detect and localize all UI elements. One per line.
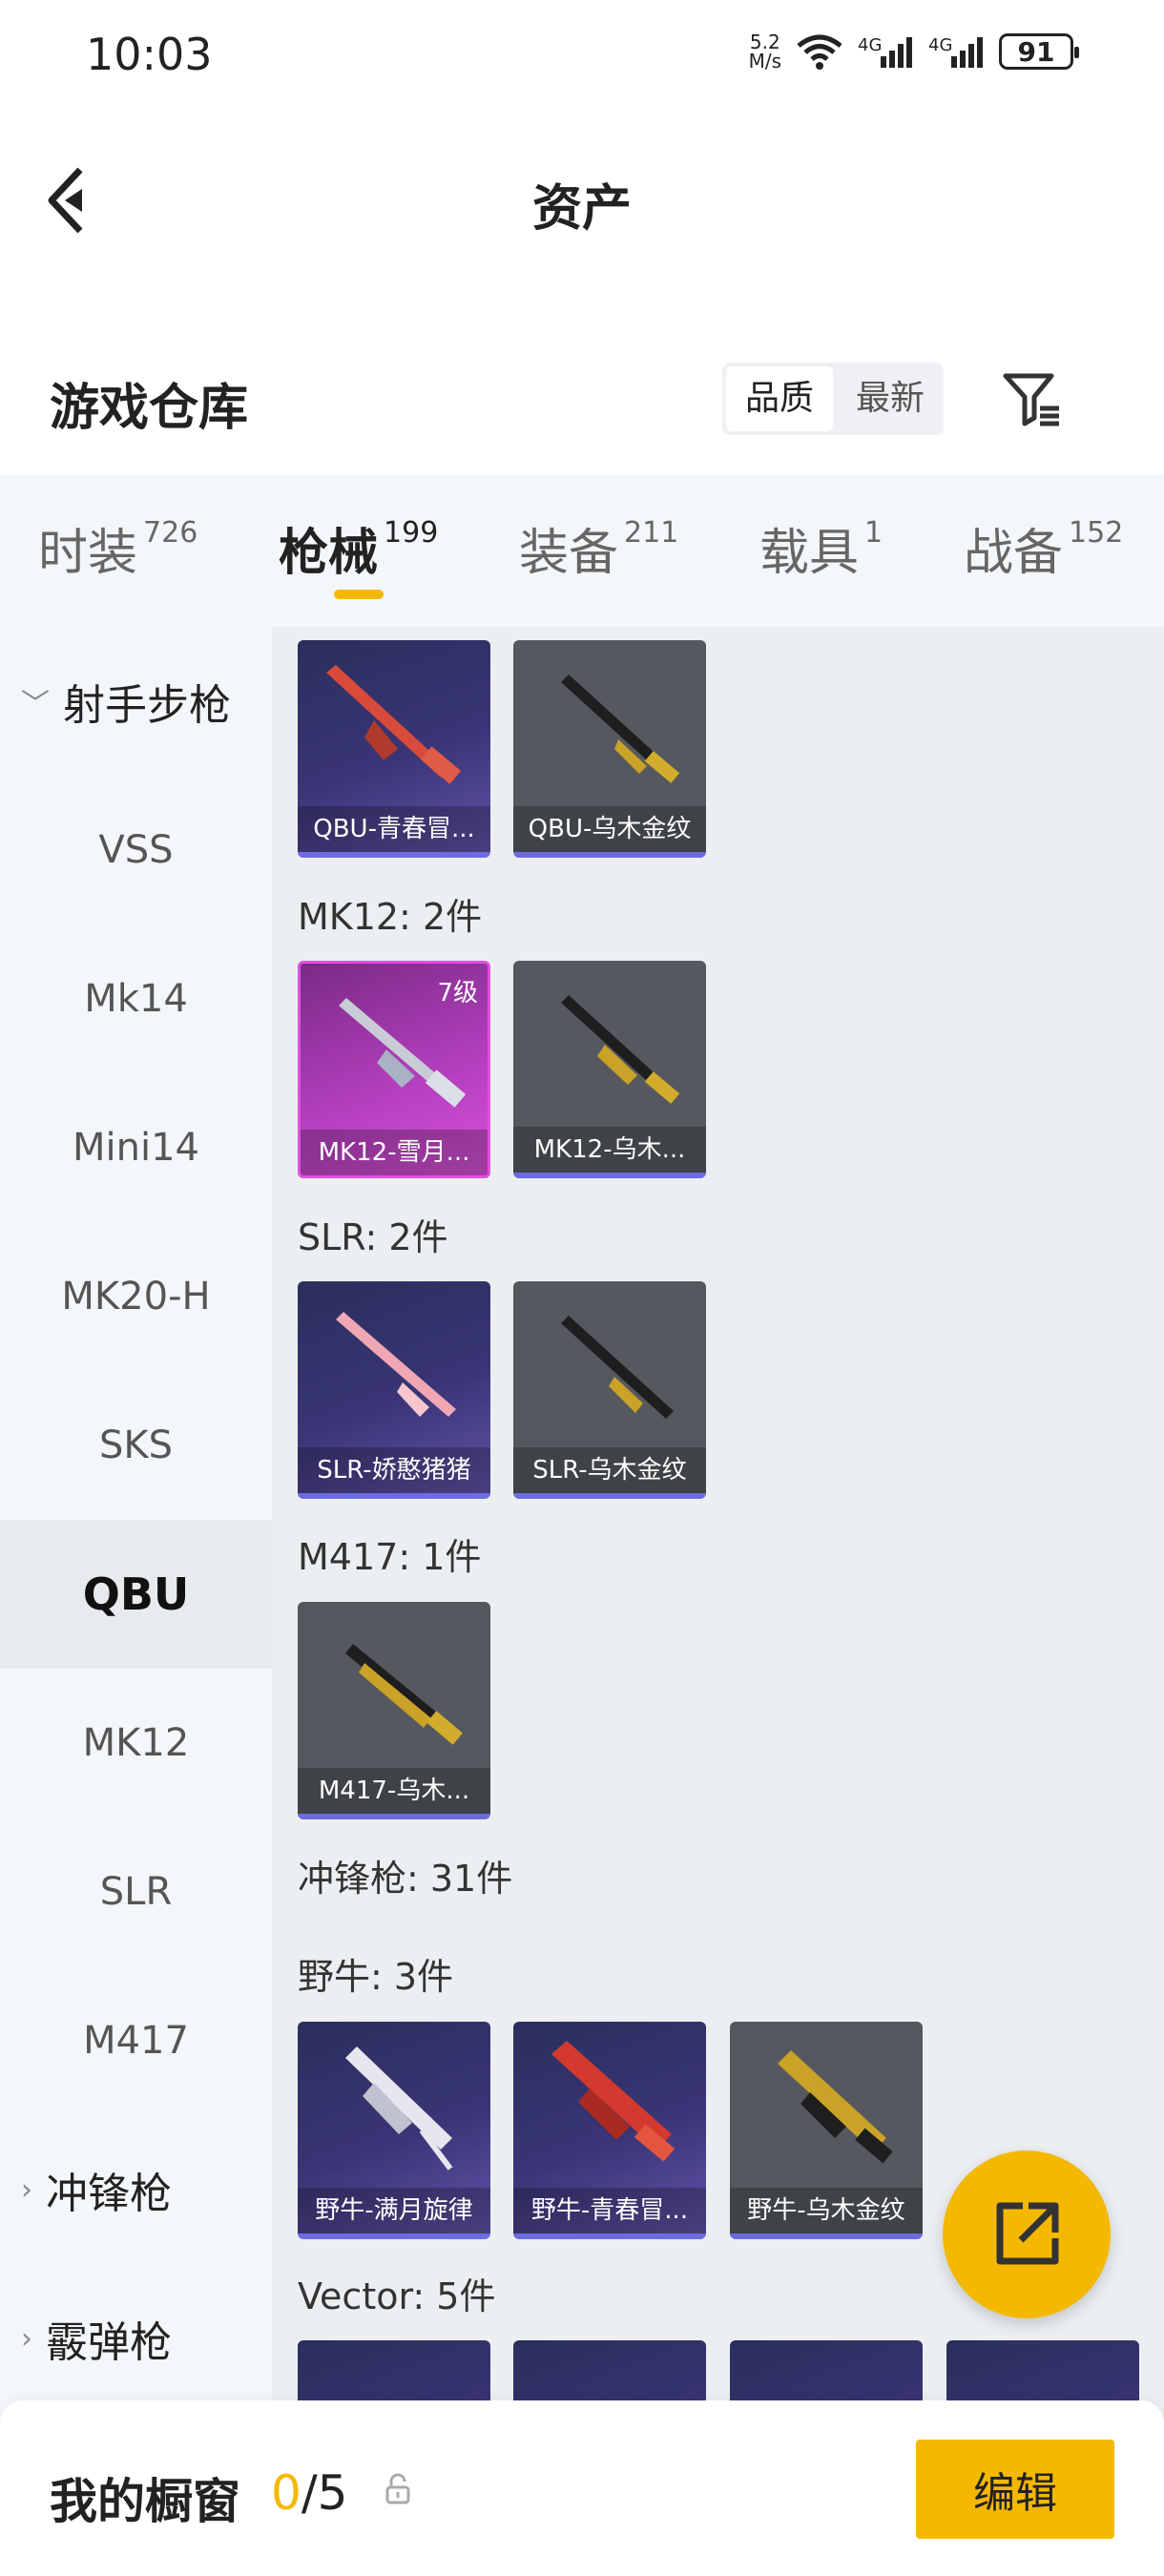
tab-label: 载具 bbox=[759, 525, 860, 582]
showcase-total: /5 bbox=[301, 2465, 348, 2521]
page-title: 资产 bbox=[531, 180, 632, 238]
item-card[interactable]: M417-乌木... bbox=[298, 1602, 490, 1819]
item-card[interactable]: MK12-乌木... bbox=[513, 961, 706, 1178]
item-name: SLR-娇憨猪猪 bbox=[298, 1447, 490, 1493]
tab-count: 199 bbox=[384, 516, 439, 550]
sidebar-item-qbu[interactable]: QBU bbox=[0, 1520, 272, 1669]
sidebar-item-sks[interactable]: SKS bbox=[0, 1371, 272, 1520]
item-card[interactable]: QBU-青春冒... bbox=[298, 640, 490, 858]
rifle-skin-icon bbox=[561, 1316, 674, 1419]
sidebar-item-label: 射手步枪 bbox=[63, 681, 231, 730]
item-card[interactable]: 野牛-青春冒... bbox=[513, 2022, 706, 2239]
external-link-icon bbox=[996, 2202, 1059, 2265]
warehouse-title: 游戏仓库 bbox=[50, 380, 249, 437]
section-title-mk12: MK12: 2件 bbox=[298, 896, 483, 938]
item-name: MK12-乌木... bbox=[513, 1127, 706, 1173]
item-name: MK12-雪月... bbox=[301, 1130, 488, 1175]
sort-toggle: 品质 最新 bbox=[722, 363, 945, 435]
sidebar-item-vss[interactable]: VSS bbox=[0, 776, 272, 924]
status-icons: 5.2 M/s 4G 4G 91 bbox=[749, 32, 1079, 71]
battery-level: 91 bbox=[1017, 35, 1055, 68]
smg-skin-icon bbox=[778, 2050, 893, 2164]
sidebar-item-mini14[interactable]: Mini14 bbox=[0, 1073, 272, 1222]
item-card[interactable]: QBU-乌木金纹 bbox=[513, 640, 706, 858]
sidebar-item-label: 冲锋枪 bbox=[46, 2170, 172, 2218]
item-card[interactable]: 野牛-满月旋律 bbox=[298, 2022, 490, 2239]
section-title-slr: SLR: 2件 bbox=[298, 1216, 448, 1258]
network-type-1: 4G bbox=[858, 35, 883, 55]
rifle-skin-icon bbox=[345, 1644, 463, 1745]
tab-label: 枪械 bbox=[279, 525, 379, 582]
tab-equipment[interactable]: 装备 211 bbox=[519, 512, 678, 584]
item-name: 野牛-乌木金纹 bbox=[730, 2188, 923, 2233]
sidebar-group-smg[interactable]: › 冲锋枪 bbox=[0, 2115, 272, 2264]
item-name: QBU-乌木金纹 bbox=[513, 806, 706, 852]
rifle-skin-icon bbox=[336, 1312, 456, 1417]
sidebar-item-label: 霰弹枪 bbox=[46, 2318, 172, 2367]
sidebar-item-slr[interactable]: SLR bbox=[0, 1818, 272, 1966]
tab-count: 211 bbox=[624, 516, 679, 550]
sidebar-item-m417[interactable]: M417 bbox=[0, 1966, 272, 2115]
cellular-signal-icon-2: 4G bbox=[928, 35, 986, 68]
section-title-vector: Vector: 5件 bbox=[298, 2275, 496, 2317]
battery-icon: 91 bbox=[999, 33, 1079, 70]
network-type-2: 4G bbox=[928, 35, 953, 55]
speed-unit: M/s bbox=[748, 50, 781, 73]
sidebar-item-mk20h[interactable]: MK20-H bbox=[0, 1222, 272, 1371]
chevron-right-icon: › bbox=[21, 2321, 32, 2356]
item-name: 野牛-满月旋律 bbox=[298, 2188, 490, 2233]
sort-latest-button[interactable]: 最新 bbox=[837, 363, 944, 435]
sidebar-item-mk14[interactable]: Mk14 bbox=[0, 924, 272, 1073]
rifle-skin-icon bbox=[339, 998, 467, 1108]
tab-label: 装备 bbox=[519, 525, 619, 582]
network-speed: 5.2 M/s bbox=[749, 32, 781, 71]
cellular-signal-icon: 4G bbox=[858, 35, 915, 68]
chevron-right-icon: › bbox=[21, 2172, 32, 2207]
rifle-skin-icon bbox=[561, 995, 680, 1104]
item-card[interactable]: SLR-娇憨猪猪 bbox=[298, 1281, 490, 1499]
rifle-skin-icon bbox=[326, 665, 462, 784]
tab-count: 1 bbox=[864, 516, 883, 550]
rifle-skin-icon bbox=[561, 675, 680, 783]
tab-count: 152 bbox=[1069, 516, 1124, 550]
section-title-m417: M417: 1件 bbox=[298, 1536, 482, 1578]
active-tab-indicator bbox=[334, 590, 384, 599]
tab-fashion[interactable]: 时装 726 bbox=[38, 512, 197, 584]
item-card[interactable]: SLR-乌木金纹 bbox=[513, 1281, 706, 1499]
smg-skin-icon bbox=[551, 2041, 676, 2162]
item-name: 野牛-青春冒... bbox=[513, 2188, 706, 2233]
share-button[interactable] bbox=[943, 2150, 1111, 2318]
wifi-icon bbox=[797, 34, 842, 70]
tab-firearms[interactable]: 枪械 199 bbox=[279, 512, 438, 584]
status-time: 10:03 bbox=[86, 29, 213, 80]
tab-count: 726 bbox=[143, 516, 198, 550]
speed-value: 5.2 bbox=[749, 31, 780, 53]
filter-icon[interactable] bbox=[1002, 370, 1063, 427]
showcase-current: 0 bbox=[271, 2465, 301, 2521]
item-name: SLR-乌木金纹 bbox=[513, 1447, 706, 1493]
tab-label: 战备 bbox=[964, 525, 1064, 582]
sidebar-group-marksman-rifles[interactable]: ﹀ 射手步枪 bbox=[0, 627, 272, 776]
showcase-count: 0/5 bbox=[271, 2465, 347, 2521]
tab-supplies[interactable]: 战备 152 bbox=[964, 512, 1123, 584]
item-name: QBU-青春冒... bbox=[298, 806, 490, 852]
chevron-down-icon: ﹀ bbox=[21, 688, 50, 721]
item-card[interactable]: 野牛-乌木金纹 bbox=[730, 2022, 923, 2239]
section-title-smg: 冲锋枪: 31件 bbox=[298, 1858, 513, 1900]
section-title-bizon: 野牛: 3件 bbox=[298, 1956, 454, 1998]
sidebar-item-mk12[interactable]: MK12 bbox=[0, 1669, 272, 1818]
sidebar-group-shotguns[interactable]: › 霰弹枪 bbox=[0, 2264, 272, 2413]
showcase-label: 我的橱窗 bbox=[50, 2474, 240, 2529]
item-name: M417-乌木... bbox=[298, 1768, 490, 1814]
edit-button[interactable]: 编辑 bbox=[916, 2440, 1114, 2539]
tab-vehicles[interactable]: 载具 1 bbox=[759, 512, 883, 584]
category-tabs: 时装 726 枪械 199 装备 211 载具 1 战备 152 bbox=[0, 474, 1164, 627]
sort-quality-button[interactable]: 品质 bbox=[726, 366, 834, 431]
weapon-type-sidebar: ﹀ 射手步枪 VSS Mk14 Mini14 MK20-H SKS QBU MK1… bbox=[0, 627, 272, 2576]
tab-label: 时装 bbox=[38, 525, 138, 582]
lock-icon bbox=[385, 2473, 410, 2504]
item-card[interactable]: 7级 MK12-雪月... bbox=[298, 961, 490, 1178]
smg-skin-icon bbox=[345, 2046, 453, 2171]
